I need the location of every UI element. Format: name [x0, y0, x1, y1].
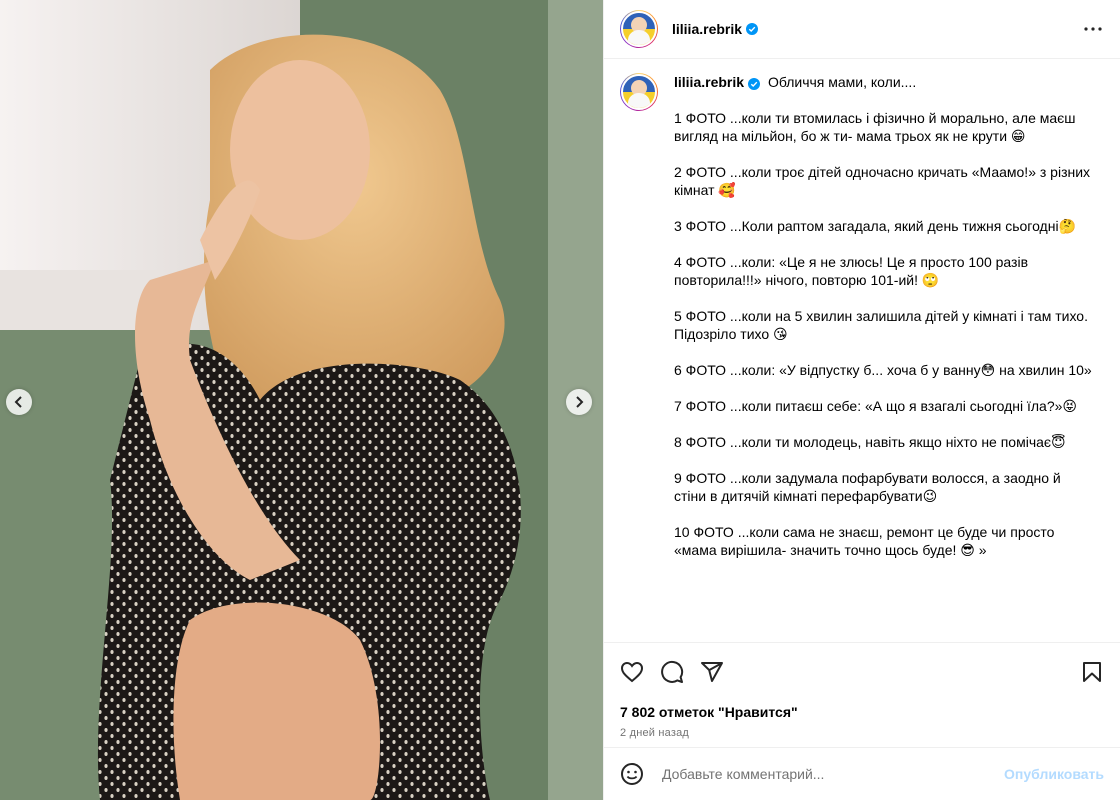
chevron-right-icon [576, 396, 584, 408]
caption-paragraph: 4 ФОТО ...коли: «Це я не злюсь! Це я про… [674, 254, 1029, 288]
publish-button[interactable]: Опубликовать [1004, 766, 1104, 782]
post-header: liliia.rebrik [604, 0, 1120, 59]
caption-paragraph: 5 ФОТО ...коли на 5 хвилин залишила діте… [674, 308, 1088, 342]
more-options-button[interactable] [1081, 17, 1105, 41]
send-icon [701, 662, 723, 682]
carousel-prev-button[interactable] [6, 389, 32, 415]
caption-text: liliia.rebrik Обличчя мами, коли.... 1 Ф… [674, 73, 1094, 559]
caption-paragraph: 2 ФОТО ...коли троє дітей одночасно крич… [674, 164, 1091, 198]
caption-paragraph: 10 ФОТО ...коли сама не знаєш, ремонт це… [674, 524, 1055, 558]
post-photo [0, 0, 603, 800]
caption-scroll-area[interactable]: liliia.rebrik Обличчя мами, коли.... 1 Ф… [604, 59, 1120, 642]
caption-paragraph: 3 ФОТО ...Коли раптом загадала, який ден… [674, 218, 1076, 234]
comment-button[interactable] [660, 660, 684, 684]
emoji-button[interactable] [620, 762, 644, 786]
post-media[interactable] [0, 0, 603, 800]
comment-input[interactable] [660, 765, 1005, 783]
bookmark-icon [1083, 662, 1101, 682]
chevron-left-icon [14, 396, 22, 408]
save-button[interactable] [1080, 660, 1104, 684]
caption-intro: Обличчя мами, коли.... [767, 74, 917, 90]
heart-icon [620, 661, 644, 683]
verified-badge-icon [748, 78, 761, 90]
avatar[interactable] [620, 10, 658, 48]
more-horizontal-icon [1084, 27, 1102, 31]
caption-username[interactable]: liliia.rebrik [674, 74, 744, 90]
share-button[interactable] [700, 660, 724, 684]
likes-count[interactable]: 7 802 отметок "Нравится" [604, 704, 1120, 720]
comment-bar: Опубликовать [604, 747, 1120, 800]
caption-paragraph: 6 ФОТО ...коли: «У відпустку б... хоча б… [674, 362, 1092, 378]
caption-paragraph: 9 ФОТО ...коли задумала пофарбувати воло… [674, 470, 1061, 504]
comment-icon [661, 660, 684, 683]
caption-paragraph: 7 ФОТО ...коли питаєш себе: «А що я взаг… [674, 398, 1078, 414]
caption-paragraph: 1 ФОТО ...коли ти втомилась і фізично й … [674, 110, 1076, 144]
post-panel: liliia.rebrik liliia.rebrik Обличчя мами… [603, 0, 1120, 800]
carousel-next-button[interactable] [566, 389, 592, 415]
caption-paragraph: 8 ФОТО ...коли ти молодець, навіть якщо … [674, 434, 1066, 450]
post-time[interactable]: 2 дней назад [604, 727, 1120, 739]
like-button[interactable] [620, 660, 644, 684]
post-username[interactable]: liliia.rebrik [672, 21, 742, 37]
caption-avatar[interactable] [620, 73, 658, 111]
verified-badge-icon [746, 23, 759, 35]
smiley-icon [621, 763, 643, 785]
